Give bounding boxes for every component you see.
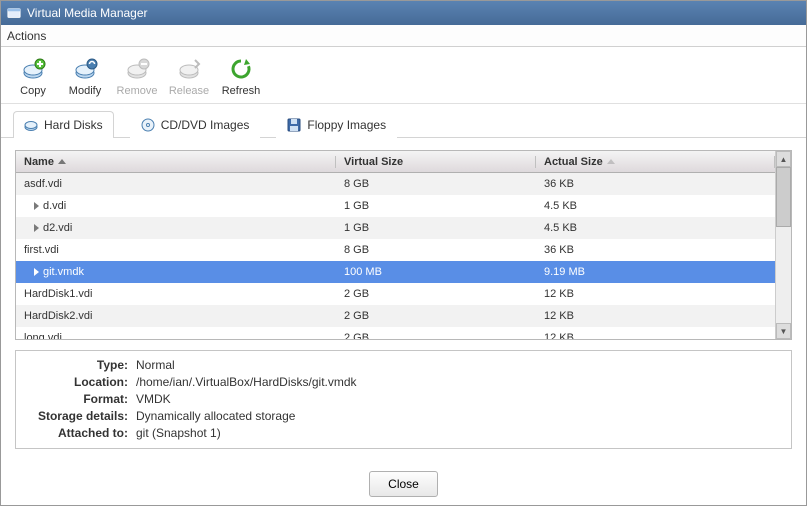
- row-actual-size: 12 KB: [536, 288, 775, 300]
- row-actual-size: 4.5 KB: [536, 222, 775, 234]
- table-header: Name Virtual Size Actual Size: [16, 151, 775, 173]
- tab-hard-disks[interactable]: Hard Disks: [13, 111, 114, 138]
- tabs: Hard Disks CD/DVD Images Floppy Images: [1, 104, 806, 138]
- remove-button: Remove: [113, 53, 161, 99]
- close-button[interactable]: Close: [369, 471, 438, 497]
- remove-icon: [123, 55, 151, 83]
- release-icon: [175, 55, 203, 83]
- tab-cd-dvd-label: CD/DVD Images: [161, 118, 250, 132]
- modify-button[interactable]: Modify: [61, 53, 109, 99]
- row-virtual-size: 8 GB: [336, 178, 536, 190]
- detail-storage-value: Dynamically allocated storage: [136, 408, 781, 425]
- tab-hard-disks-label: Hard Disks: [44, 118, 103, 132]
- row-name: first.vdi: [24, 244, 59, 256]
- expand-icon[interactable]: [34, 202, 39, 210]
- col-name[interactable]: Name: [16, 156, 336, 168]
- row-virtual-size: 100 MB: [336, 266, 536, 278]
- menubar: Actions: [1, 25, 806, 47]
- detail-format-value: VMDK: [136, 391, 781, 408]
- table-row[interactable]: HardDisk2.vdi 2 GB12 KB: [16, 305, 775, 327]
- toolbar: Copy Modify Remove Release Refresh: [1, 47, 806, 104]
- refresh-icon: [227, 55, 255, 83]
- refresh-label: Refresh: [222, 85, 261, 97]
- release-button: Release: [165, 53, 213, 99]
- copy-button[interactable]: Copy: [9, 53, 57, 99]
- sort-asc-icon: [58, 159, 66, 164]
- detail-attached-label: Attached to:: [26, 425, 136, 442]
- expand-icon[interactable]: [34, 268, 39, 276]
- table-row[interactable]: first.vdi 8 GB36 KB: [16, 239, 775, 261]
- detail-type-label: Type:: [26, 357, 136, 374]
- details-panel: Type:Normal Location:/home/ian/.VirtualB…: [15, 350, 792, 449]
- row-virtual-size: 1 GB: [336, 200, 536, 212]
- menu-actions[interactable]: Actions: [7, 29, 46, 43]
- floppy-icon: [287, 118, 301, 132]
- detail-attached-value: git (Snapshot 1): [136, 425, 781, 442]
- hard-disk-icon: [24, 118, 38, 132]
- row-virtual-size: 8 GB: [336, 244, 536, 256]
- content: Name Virtual Size Actual Size asdf.vdi 8 …: [1, 138, 806, 455]
- table-row[interactable]: d2.vdi 1 GB4.5 KB: [16, 217, 775, 239]
- row-name: HardDisk1.vdi: [24, 288, 92, 300]
- sort-asc-icon: [607, 159, 615, 164]
- tab-floppy[interactable]: Floppy Images: [276, 111, 397, 138]
- detail-type-value: Normal: [136, 357, 781, 374]
- titlebar: Virtual Media Manager: [1, 1, 806, 25]
- row-virtual-size: 2 GB: [336, 288, 536, 300]
- row-virtual-size: 1 GB: [336, 222, 536, 234]
- row-name: long.vdi: [24, 332, 62, 339]
- scrollbar[interactable]: ▲ ▼: [775, 151, 791, 339]
- row-actual-size: 36 KB: [536, 178, 775, 190]
- row-virtual-size: 2 GB: [336, 310, 536, 322]
- table-row[interactable]: HardDisk1.vdi 2 GB12 KB: [16, 283, 775, 305]
- refresh-button[interactable]: Refresh: [217, 53, 265, 99]
- media-table: Name Virtual Size Actual Size asdf.vdi 8 …: [15, 150, 792, 340]
- release-label: Release: [169, 85, 209, 97]
- modify-icon: [71, 55, 99, 83]
- detail-storage-label: Storage details:: [26, 408, 136, 425]
- tab-cd-dvd[interactable]: CD/DVD Images: [130, 111, 261, 138]
- footer: Close: [1, 471, 806, 497]
- detail-format-label: Format:: [26, 391, 136, 408]
- table-row[interactable]: asdf.vdi 8 GB36 KB: [16, 173, 775, 195]
- row-name: d.vdi: [43, 200, 66, 212]
- row-name: git.vmdk: [43, 266, 84, 278]
- virtual-media-manager-window: Virtual Media Manager Actions Copy Modif…: [0, 0, 807, 506]
- row-actual-size: 9.19 MB: [536, 266, 775, 278]
- table-row[interactable]: git.vmdk 100 MB9.19 MB: [16, 261, 775, 283]
- col-virtual-size[interactable]: Virtual Size: [336, 156, 536, 168]
- table-row[interactable]: long.vdi 2 GB12 KB: [16, 327, 775, 339]
- copy-icon: [19, 55, 47, 83]
- tab-floppy-label: Floppy Images: [307, 118, 386, 132]
- row-actual-size: 36 KB: [536, 244, 775, 256]
- app-icon: [7, 6, 21, 20]
- row-name: HardDisk2.vdi: [24, 310, 92, 322]
- row-virtual-size: 2 GB: [336, 332, 536, 339]
- row-actual-size: 12 KB: [536, 310, 775, 322]
- remove-label: Remove: [117, 85, 158, 97]
- row-actual-size: 12 KB: [536, 332, 775, 339]
- row-actual-size: 4.5 KB: [536, 200, 775, 212]
- scroll-thumb[interactable]: [776, 167, 791, 227]
- window-title: Virtual Media Manager: [27, 6, 148, 20]
- detail-location-value: /home/ian/.VirtualBox/HardDisks/git.vmdk: [136, 374, 781, 391]
- col-actual-size[interactable]: Actual Size: [536, 156, 775, 168]
- copy-label: Copy: [20, 85, 46, 97]
- scroll-down-icon[interactable]: ▼: [776, 323, 791, 339]
- modify-label: Modify: [69, 85, 101, 97]
- scroll-up-icon[interactable]: ▲: [776, 151, 791, 167]
- detail-location-label: Location:: [26, 374, 136, 391]
- expand-icon[interactable]: [34, 224, 39, 232]
- table-row[interactable]: d.vdi 1 GB4.5 KB: [16, 195, 775, 217]
- row-name: asdf.vdi: [24, 178, 62, 190]
- row-name: d2.vdi: [43, 222, 72, 234]
- disc-icon: [141, 118, 155, 132]
